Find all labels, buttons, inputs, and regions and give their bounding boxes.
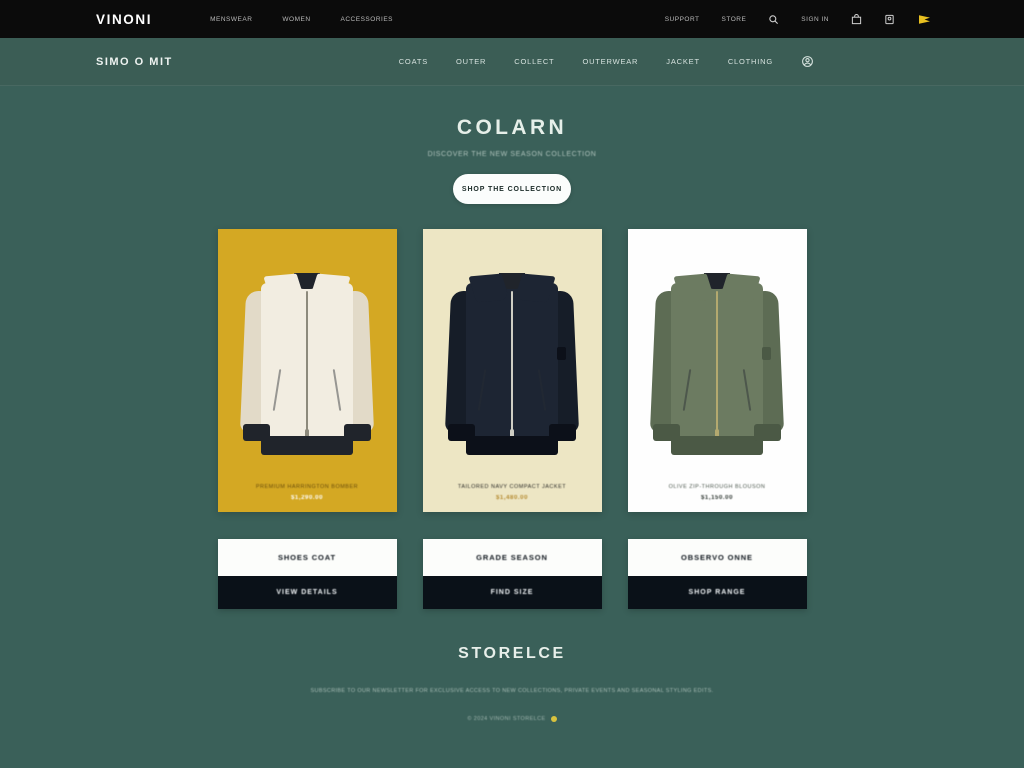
top-primary-nav: MENSWEAR WOMEN ACCESSORIES bbox=[210, 16, 393, 23]
product-image bbox=[218, 229, 397, 484]
page-title: COLARN bbox=[456, 116, 568, 139]
flag-icon[interactable] bbox=[917, 14, 932, 25]
shop-collection-button[interactable]: SHOP THE COLLECTION bbox=[453, 174, 571, 204]
sleeve-badge-icon bbox=[762, 346, 771, 360]
product-card[interactable]: OLIVE ZIP-THROUGH BLOUSON $1,150.00 bbox=[627, 229, 807, 512]
product-caption: TAILORED NAVY COMPACT JACKET $1,480.00 bbox=[423, 484, 602, 512]
info-card-header: GRADE SEASON bbox=[422, 539, 602, 576]
info-card-action-bar[interactable]: FIND SIZE bbox=[422, 576, 602, 609]
info-card-action-label: VIEW DETAILS bbox=[276, 589, 338, 596]
info-card-header: OBSERVO ONNE bbox=[627, 539, 807, 576]
product-name: OLIVE ZIP-THROUGH BLOUSON bbox=[668, 484, 766, 490]
sleeve-badge-icon bbox=[557, 346, 566, 360]
top-util-store[interactable]: STORE bbox=[722, 16, 747, 23]
info-card-header: SHOES COAT bbox=[217, 539, 397, 576]
info-card[interactable]: GRADE SEASON FIND SIZE bbox=[422, 539, 602, 609]
footer-text: SUBSCRIBE TO OUR NEWSLETTER FOR EXCLUSIV… bbox=[310, 688, 714, 694]
top-nav-item-menswear[interactable]: MENSWEAR bbox=[210, 16, 252, 23]
info-card[interactable]: OBSERVO ONNE SHOP RANGE bbox=[627, 539, 807, 609]
info-card-row: SHOES COAT VIEW DETAILS GRADE SEASON FIND S… bbox=[0, 539, 1024, 609]
store-name[interactable]: SIMO O MIT bbox=[96, 56, 173, 68]
info-card-title: GRADE SEASON bbox=[476, 553, 548, 562]
store-nav-bar: SIMO O MIT COATS OUTER COLLECT OUTERWEAR… bbox=[0, 38, 1024, 86]
brand-logo[interactable]: VINONI bbox=[96, 12, 152, 27]
info-card-action-bar[interactable]: VIEW DETAILS bbox=[217, 576, 397, 609]
product-price: $1,480.00 bbox=[495, 495, 529, 501]
product-name: TAILORED NAVY COMPACT JACKET bbox=[457, 484, 567, 490]
product-card[interactable]: PREMIUM HARRINGTON BOMBER $1,290.00 bbox=[217, 229, 397, 512]
store-nav: COATS OUTER COLLECT OUTERWEAR JACKET CLO… bbox=[399, 55, 814, 68]
info-card-action-label: SHOP RANGE bbox=[688, 589, 746, 596]
product-grid: PREMIUM HARRINGTON BOMBER $1,290.00 TAILOR… bbox=[0, 229, 1024, 512]
info-card[interactable]: SHOES COAT VIEW DETAILS bbox=[217, 539, 397, 609]
sub-nav-item-outerwear[interactable]: OUTERWEAR bbox=[582, 57, 638, 66]
top-nav-item-accessories[interactable]: ACCESSORIES bbox=[341, 16, 393, 23]
sub-nav-item-jacket[interactable]: JACKET bbox=[666, 57, 700, 66]
product-price: $1,150.00 bbox=[700, 495, 734, 501]
top-util-signin[interactable]: SIGN IN bbox=[801, 16, 829, 23]
search-icon[interactable] bbox=[768, 14, 779, 25]
info-card-action-label: FIND SIZE bbox=[490, 589, 534, 596]
footer-title: STORELCE bbox=[458, 645, 566, 662]
product-card[interactable]: TAILORED NAVY COMPACT JACKET $1,480.00 bbox=[422, 229, 602, 512]
sub-nav-item-outer[interactable]: OUTER bbox=[456, 57, 486, 66]
product-caption: OLIVE ZIP-THROUGH BLOUSON $1,150.00 bbox=[628, 484, 807, 512]
account-icon[interactable] bbox=[884, 14, 895, 25]
footer-bottom: © 2024 VINONI STORELCE bbox=[0, 716, 1024, 722]
sub-nav-item-coats[interactable]: COATS bbox=[399, 57, 428, 66]
user-circle-icon[interactable] bbox=[801, 55, 814, 68]
footer: STORELCE SUBSCRIBE TO OUR NEWSLETTER FOR… bbox=[0, 645, 1024, 722]
top-nav-item-women[interactable]: WOMEN bbox=[282, 16, 310, 23]
top-utility-group: SUPPORT STORE SIGN IN bbox=[665, 13, 932, 25]
product-image bbox=[423, 229, 602, 484]
product-name: PREMIUM HARRINGTON BOMBER bbox=[255, 484, 359, 490]
product-price: $1,290.00 bbox=[290, 495, 324, 501]
top-utility-bar: VINONI MENSWEAR WOMEN ACCESSORIES SUPPOR… bbox=[0, 0, 1024, 38]
info-card-action-bar[interactable]: SHOP RANGE bbox=[627, 576, 807, 609]
product-image bbox=[628, 229, 807, 484]
jacket-illustration bbox=[239, 261, 375, 461]
cart-icon[interactable] bbox=[851, 13, 862, 25]
hero-section: COLARN DISCOVER THE NEW SEASON COLLECTIO… bbox=[0, 86, 1024, 204]
jacket-illustration bbox=[444, 261, 580, 461]
info-card-title: OBSERVO ONNE bbox=[681, 553, 753, 562]
brand-dot-icon bbox=[550, 716, 557, 722]
jacket-illustration bbox=[649, 261, 785, 461]
footer-copyright: © 2024 VINONI STORELCE bbox=[467, 716, 546, 722]
top-util-support[interactable]: SUPPORT bbox=[665, 16, 700, 23]
info-card-title: SHOES COAT bbox=[277, 553, 337, 562]
product-caption: PREMIUM HARRINGTON BOMBER $1,290.00 bbox=[218, 484, 397, 512]
sub-nav-item-clothing[interactable]: CLOTHING bbox=[728, 57, 773, 66]
sub-nav-item-collect[interactable]: COLLECT bbox=[514, 57, 554, 66]
hero-subtitle: DISCOVER THE NEW SEASON COLLECTION bbox=[427, 151, 597, 158]
